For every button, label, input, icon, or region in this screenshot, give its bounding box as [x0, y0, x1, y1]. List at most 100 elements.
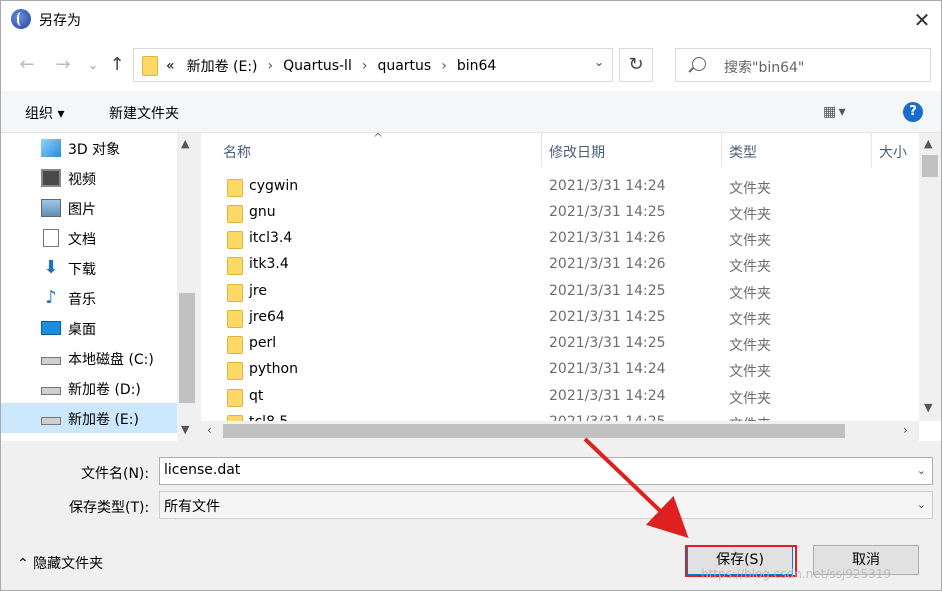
file-type: 文件夹 — [729, 338, 771, 354]
file-row[interactable]: itk3.4 2021/3/31 14:26 文件夹 — [201, 253, 917, 279]
file-name: python — [249, 361, 298, 377]
scroll-left-icon[interactable]: ‹ — [207, 423, 212, 437]
column-header-name[interactable]: 名称 — [223, 133, 251, 167]
sidebar-item-downloads[interactable]: ⬇ 下载 — [1, 253, 177, 283]
address-bar[interactable]: « 新加卷 (E:) › Quartus-ll › quartus › bin6… — [133, 48, 613, 82]
filename-field[interactable]: license.dat ⌄ — [159, 457, 933, 485]
scrollbar-thumb[interactable] — [922, 155, 938, 177]
file-date: 2021/3/31 14:26 — [549, 230, 666, 246]
file-type: 文件夹 — [729, 364, 771, 380]
file-date: 2021/3/31 14:25 — [549, 283, 666, 299]
back-arrow-icon[interactable]: ← — [15, 54, 39, 76]
file-type: 文件夹 — [729, 259, 771, 275]
watermark: https://blog.csdn.net/ssj925319 — [701, 567, 892, 581]
refresh-icon[interactable]: ↻ — [619, 48, 653, 82]
sidebar-item-documents[interactable]: 文档 — [1, 223, 177, 253]
scroll-down-icon[interactable]: ▼ — [181, 423, 189, 436]
new-folder-button[interactable]: 新建文件夹 — [109, 103, 179, 123]
navigation-pane: 3D 对象 视频 图片 文档 ⬇ 下载 ♪ 音乐 桌面 本地磁盘 (C:) 新加… — [1, 133, 197, 441]
filename-value: license.dat — [164, 462, 241, 478]
forward-arrow-icon[interactable]: → — [51, 54, 75, 76]
sidebar-item-pictures[interactable]: 图片 — [1, 193, 177, 223]
file-name: itk3.4 — [249, 256, 289, 272]
sidebar-item-label: 桌面 — [68, 322, 96, 338]
column-header-size[interactable]: 大小 — [879, 133, 907, 167]
file-row[interactable]: python 2021/3/31 14:24 文件夹 — [201, 358, 917, 384]
recent-locations-chevron-icon[interactable]: ⌄ — [81, 54, 105, 76]
column-divider[interactable] — [541, 133, 542, 167]
folder-icon — [227, 257, 243, 275]
folder-icon — [227, 179, 243, 197]
file-type: 文件夹 — [729, 233, 771, 249]
breadcrumb-separator-icon[interactable]: › — [362, 58, 368, 74]
folder-icon — [227, 284, 243, 302]
scroll-down-icon[interactable]: ▼ — [924, 401, 932, 414]
download-icon: ⬇ — [43, 257, 59, 278]
scroll-up-icon[interactable]: ▲ — [924, 137, 932, 150]
help-icon[interactable]: ? — [903, 102, 923, 122]
file-name: jre — [249, 283, 267, 299]
breadcrumb-item-bin64[interactable]: bin64 — [457, 58, 496, 74]
hide-folders-toggle[interactable]: ⌃ 隐藏文件夹 — [17, 553, 103, 573]
desktop-icon — [41, 321, 61, 335]
close-icon[interactable]: ✕ — [907, 5, 937, 35]
sidebar-item-drive-c[interactable]: 本地磁盘 (C:) — [1, 343, 177, 373]
file-name: cygwin — [249, 178, 299, 194]
command-toolbar: 组织 ▾ 新建文件夹 ▦ ▾ ? — [1, 91, 941, 133]
file-row[interactable]: jre 2021/3/31 14:25 文件夹 — [201, 280, 917, 306]
address-dropdown-icon[interactable]: ⌄ — [594, 55, 604, 69]
column-header-type[interactable]: 类型 — [729, 133, 757, 167]
organize-button[interactable]: 组织 ▾ — [25, 103, 64, 123]
scroll-up-icon[interactable]: ▲ — [181, 137, 189, 150]
view-options-icon[interactable]: ▦ ▾ — [823, 104, 846, 120]
file-row[interactable]: perl 2021/3/31 14:25 文件夹 — [201, 332, 917, 358]
music-icon: ♪ — [45, 287, 57, 308]
sidebar-item-label: 3D 对象 — [68, 142, 121, 158]
column-header-date-modified[interactable]: 修改日期 — [549, 133, 605, 167]
file-list-horizontal-scrollbar[interactable]: ‹ › — [201, 421, 919, 441]
sidebar-item-music[interactable]: ♪ 音乐 — [1, 283, 177, 313]
file-row[interactable]: itcl3.4 2021/3/31 14:26 文件夹 — [201, 227, 917, 253]
breadcrumb-item-quartus[interactable]: quartus — [377, 58, 431, 74]
filetype-label: 保存类型(T): — [69, 500, 150, 516]
file-date: 2021/3/31 14:24 — [549, 388, 666, 404]
title-bar: 另存为 ✕ — [1, 1, 941, 39]
file-date: 2021/3/31 14:24 — [549, 361, 666, 377]
file-row[interactable]: jre64 2021/3/31 14:25 文件夹 — [201, 306, 917, 332]
column-divider[interactable] — [871, 133, 872, 167]
scrollbar-thumb[interactable] — [179, 293, 195, 403]
file-list-vertical-scrollbar[interactable]: ▲ ▼ — [919, 133, 941, 421]
chevron-down-icon[interactable]: ⌄ — [917, 464, 926, 477]
up-arrow-icon[interactable]: ↑ — [105, 54, 129, 76]
file-row[interactable]: cygwin 2021/3/31 14:24 文件夹 — [201, 175, 917, 201]
file-name: itcl3.4 — [249, 230, 293, 246]
save-as-dialog: 另存为 ✕ ← → ⌄ ↑ « 新加卷 (E:) › Quartus-ll › … — [0, 0, 942, 591]
column-divider[interactable] — [721, 133, 722, 167]
drive-icon — [41, 417, 61, 425]
folder-icon — [142, 56, 158, 76]
sidebar-item-label: 图片 — [68, 202, 96, 218]
sidebar-item-label: 文档 — [68, 232, 96, 248]
file-name: perl — [249, 335, 277, 351]
breadcrumb-item-drive-e[interactable]: 新加卷 (E:) — [187, 56, 258, 76]
chevron-down-icon[interactable]: ⌄ — [917, 498, 926, 511]
sidebar-item-videos[interactable]: 视频 — [1, 163, 177, 193]
sidebar-item-3d-objects[interactable]: 3D 对象 — [1, 133, 177, 163]
breadcrumb: « 新加卷 (E:) › Quartus-ll › quartus › bin6… — [166, 56, 496, 76]
file-row[interactable]: gnu 2021/3/31 14:25 文件夹 — [201, 201, 917, 227]
file-name: gnu — [249, 204, 276, 220]
filetype-select[interactable]: 所有文件 ⌄ — [159, 491, 933, 519]
breadcrumb-separator-icon[interactable]: › — [441, 58, 447, 74]
search-input[interactable]: 搜索"bin64" — [675, 48, 931, 82]
sidebar-item-drive-d[interactable]: 新加卷 (D:) — [1, 373, 177, 403]
breadcrumb-separator-icon[interactable]: › — [268, 58, 274, 74]
sidebar-item-desktop[interactable]: 桌面 — [1, 313, 177, 343]
file-row[interactable]: qt 2021/3/31 14:24 文件夹 — [201, 385, 917, 411]
sidebar-scrollbar[interactable]: ▲ ▼ — [177, 133, 197, 441]
sort-ascending-icon: ^ — [373, 133, 384, 145]
scrollbar-thumb[interactable] — [223, 424, 845, 438]
sidebar-item-drive-e[interactable]: 新加卷 (E:) — [1, 403, 177, 433]
breadcrumb-item-quartus-ll[interactable]: Quartus-ll — [283, 58, 352, 74]
scroll-right-icon[interactable]: › — [903, 423, 908, 437]
breadcrumb-overflow[interactable]: « — [166, 58, 175, 74]
